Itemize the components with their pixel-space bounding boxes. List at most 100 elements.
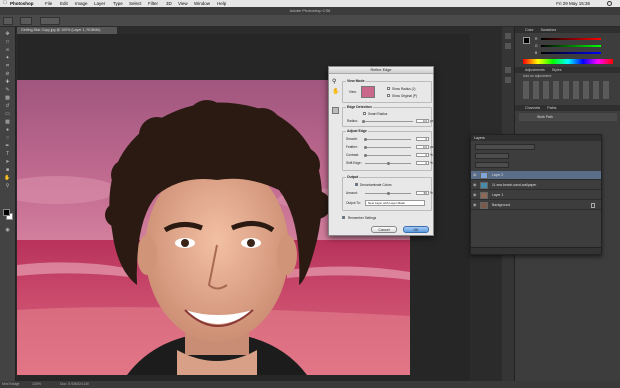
move-tool-icon[interactable]: ✥ — [3, 31, 12, 37]
healing-tool-icon[interactable]: ✚ — [3, 79, 12, 85]
menu-select[interactable]: Select — [129, 0, 142, 7]
slider-g[interactable] — [541, 45, 601, 47]
layer-row[interactable]: ◉ Layer 2 — [471, 171, 601, 180]
document-tab[interactable]: Getting-Star-Copy.jpg @ 100% (Layer 1, R… — [17, 27, 117, 34]
ok-button[interactable]: OK — [403, 226, 429, 233]
eraser-tool-icon[interactable]: ▭ — [3, 111, 12, 117]
output-to-select[interactable]: New Layer with Layer Mask — [365, 200, 425, 206]
eyedropper-tool-icon[interactable]: ⊘ — [3, 71, 12, 77]
properties-icon[interactable] — [505, 43, 511, 49]
brush-tool-icon[interactable]: ✎ — [3, 87, 12, 93]
mode-buttons[interactable] — [40, 17, 60, 25]
spotlight-icon[interactable] — [607, 1, 612, 6]
amount-value[interactable]: 50 — [416, 191, 429, 195]
quick-select-tool-icon[interactable]: ✦ — [3, 55, 12, 61]
shape-tool-icon[interactable]: ■ — [3, 167, 12, 173]
hand-icon[interactable]: ✋ — [332, 89, 339, 95]
visibility-eye-icon[interactable]: ◉ — [473, 183, 477, 187]
type-tool-icon[interactable]: T — [3, 151, 12, 157]
show-original-checkbox[interactable] — [387, 94, 390, 97]
brush-panel-icon[interactable] — [505, 67, 511, 73]
blend-mode-select[interactable] — [475, 153, 509, 159]
visibility-eye-icon[interactable]: ◉ — [473, 203, 477, 207]
smooth-slider[interactable] — [365, 139, 411, 140]
blur-tool-icon[interactable]: ● — [3, 127, 12, 133]
shift-edge-knob[interactable] — [387, 162, 390, 165]
layer-row[interactable]: ◉ Background — [471, 201, 601, 210]
menu-window[interactable]: Window — [194, 0, 210, 7]
remember-settings-checkbox[interactable] — [342, 216, 345, 219]
shift-edge-value[interactable]: 0 — [416, 161, 429, 165]
pen-tool-icon[interactable]: ✒ — [3, 143, 12, 149]
menu-filter[interactable]: Filter — [148, 0, 158, 7]
menu-view[interactable]: View — [178, 0, 188, 7]
menu-file[interactable]: File — [45, 0, 52, 7]
edge-detection-section: Edge Detection Smart Radius Radius: 0.0 … — [342, 105, 433, 127]
dodge-tool-icon[interactable]: ○ — [3, 135, 12, 141]
feather-knob[interactable] — [364, 146, 367, 149]
radius-knob[interactable] — [362, 120, 365, 123]
smart-radius-checkbox[interactable] — [363, 112, 366, 115]
lock-buttons[interactable] — [475, 162, 509, 168]
radius-value[interactable]: 0.0 — [416, 119, 429, 123]
menu-edit[interactable]: Edit — [60, 0, 68, 7]
tab-adjustments[interactable]: Adjustments — [525, 68, 545, 72]
menu-layer[interactable]: Layer — [94, 0, 105, 7]
contrast-slider[interactable] — [365, 155, 411, 156]
show-radius-checkbox[interactable] — [387, 87, 390, 90]
tool-preset-picker[interactable] — [20, 17, 32, 25]
tab-channels[interactable]: Channels — [525, 106, 540, 110]
visibility-eye-icon[interactable]: ◉ — [473, 173, 477, 177]
ps-logo-icon[interactable] — [3, 17, 13, 25]
quick-mask-icon[interactable]: ◉ — [3, 227, 12, 233]
stamp-tool-icon[interactable]: ▩ — [3, 95, 12, 101]
radius-label: Radius: — [347, 119, 358, 123]
layer-row[interactable]: ◉ 11 sea-beach-sand-wallpaper — [471, 181, 601, 190]
gradient-tool-icon[interactable]: ▩ — [3, 119, 12, 125]
bottom-tab[interactable]: Mini Bridge — [2, 381, 20, 388]
history-icon[interactable] — [505, 33, 511, 39]
slider-b[interactable] — [541, 52, 601, 54]
foreground-color-swatch[interactable] — [3, 209, 10, 216]
character-icon[interactable] — [505, 77, 511, 83]
color-ramp[interactable] — [523, 59, 613, 64]
tab-styles[interactable]: Styles — [552, 68, 562, 72]
visibility-eye-icon[interactable]: ◉ — [473, 193, 477, 197]
adjustment-icons[interactable] — [523, 81, 613, 99]
menu-image[interactable]: Image — [75, 0, 88, 7]
crop-tool-icon[interactable]: ⌗ — [3, 63, 12, 69]
smooth-value[interactable]: 0 — [416, 137, 429, 141]
menu-app[interactable]: Photoshop — [10, 0, 34, 7]
cancel-button[interactable]: Cancel — [371, 226, 397, 233]
radius-slider[interactable] — [363, 121, 413, 122]
decontaminate-checkbox[interactable] — [355, 183, 358, 186]
apple-icon[interactable]:  — [3, 0, 7, 7]
color-fg-swatch[interactable] — [523, 37, 530, 44]
zoom-level[interactable]: 100% — [32, 381, 41, 388]
zoom-icon[interactable]: ⚲ — [332, 79, 338, 85]
slider-r[interactable] — [541, 38, 601, 40]
contrast-value[interactable]: 0 — [416, 153, 429, 157]
menu-type[interactable]: Type — [113, 0, 123, 7]
tab-swatches[interactable]: Swatches — [541, 28, 557, 32]
path-select-tool-icon[interactable]: ➤ — [3, 159, 12, 165]
refine-radius-tool-icon[interactable] — [332, 107, 339, 114]
zoom-tool-icon[interactable]: ⚲ — [3, 183, 12, 189]
feather-value[interactable]: 0.0 — [416, 145, 429, 149]
work-path-row[interactable]: Work Path — [519, 113, 617, 121]
lasso-tool-icon[interactable]: ∞ — [3, 47, 12, 53]
layer-row[interactable]: ◉ Layer 1 — [471, 191, 601, 200]
tab-color[interactable]: Color — [525, 28, 534, 32]
smooth-knob[interactable] — [364, 138, 367, 141]
layer-filter-bar[interactable] — [475, 144, 535, 150]
marquee-tool-icon[interactable]: □ — [3, 39, 12, 45]
tab-paths[interactable]: Paths — [547, 106, 556, 110]
contrast-knob[interactable] — [364, 154, 367, 157]
menu-3d[interactable]: 3D — [166, 0, 172, 7]
hand-tool-icon[interactable]: ✋ — [3, 175, 12, 181]
feather-slider[interactable] — [365, 147, 411, 148]
amount-knob[interactable] — [387, 192, 390, 195]
history-brush-tool-icon[interactable]: ↺ — [3, 103, 12, 109]
view-mode-picker[interactable] — [361, 86, 375, 98]
menu-help[interactable]: Help — [217, 0, 226, 7]
